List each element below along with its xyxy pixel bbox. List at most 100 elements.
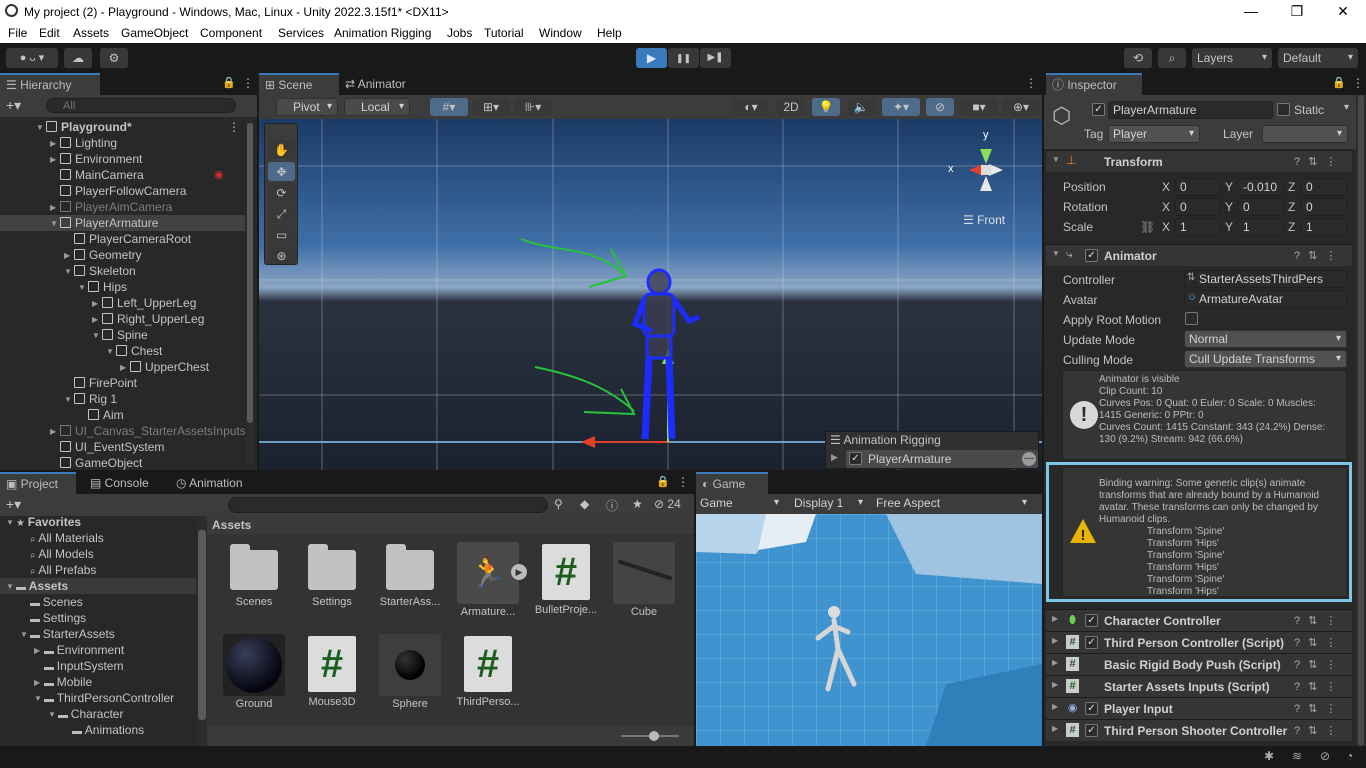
menu-jobs[interactable]: Jobs [447, 26, 472, 40]
menu-help[interactable]: Help [597, 26, 622, 40]
filter-type-icon[interactable]: ⚲ [554, 497, 563, 511]
active-checkbox[interactable]: ✓ [1092, 103, 1105, 116]
expand-arrow-icon[interactable]: ▶ [50, 152, 60, 168]
toggle-2d-button[interactable]: 2D [777, 98, 805, 116]
hierarchy-item[interactable]: ▼ Rig 1 [0, 391, 245, 407]
hierarchy-item[interactable]: UI_EventSystem [0, 439, 245, 455]
kebab-menu-icon[interactable]: ⋮ [1352, 76, 1364, 90]
asset-item[interactable]: # ThirdPerso... [453, 634, 523, 708]
expand-arrow-icon[interactable]: ▶ [1052, 680, 1058, 689]
component-actions[interactable]: ?⇅⋮ [1294, 155, 1344, 168]
folder-tree-item[interactable]: ▶ ▬ Mobile [0, 674, 196, 690]
layer-dropdown[interactable] [1262, 125, 1348, 143]
component-enabled-checkbox[interactable]: ✓ [1085, 614, 1098, 627]
expand-arrow-icon[interactable]: ▼ [6, 516, 16, 531]
view-orientation-label[interactable]: ☰ Front [963, 213, 1005, 227]
asset-item[interactable]: Sphere [375, 634, 445, 710]
kebab-menu-icon[interactable]: ⋮ [1025, 76, 1037, 90]
local-dropdown[interactable]: Local [344, 98, 410, 116]
menu-edit[interactable]: Edit [39, 26, 60, 40]
transform-header[interactable]: ▼ ⊥ Transform ?⇅⋮ [1046, 150, 1352, 172]
constrain-proportions-icon[interactable]: ⛓ [1140, 220, 1155, 234]
lock-icon[interactable]: 🔒 [1332, 76, 1346, 89]
tab-game[interactable]: ◐ Game [696, 472, 768, 494]
menu-component[interactable]: Component [200, 26, 262, 40]
folder-tree-item[interactable]: ▬ InputSystem [0, 658, 196, 674]
close-button[interactable]: ✕ [1320, 0, 1366, 23]
apply-root-motion-checkbox[interactable] [1185, 312, 1198, 325]
gizmos-icon[interactable]: ⊕▾ [1002, 98, 1040, 116]
hierarchy-item[interactable]: ▼ Chest [0, 343, 245, 359]
hierarchy-item[interactable]: Aim [0, 407, 245, 423]
debug-icon[interactable]: ✱ [1264, 749, 1274, 763]
expand-arrow-icon[interactable]: ▶ [64, 248, 74, 264]
component-actions[interactable]: ?⇅⋮ [1294, 636, 1344, 649]
favorite-star-icon[interactable]: ★ [632, 497, 643, 511]
menu-file[interactable]: File [8, 26, 27, 40]
component-actions[interactable]: ?⇅⋮ [1294, 658, 1344, 671]
hierarchy-item[interactable]: FirePoint [0, 375, 245, 391]
layout-dropdown[interactable]: Default ▾ [1278, 48, 1358, 68]
hierarchy-item[interactable]: ▼ Playground* ⋮ [0, 119, 245, 135]
asset-item[interactable]: # Mouse3D [297, 634, 367, 708]
transform-y-field[interactable]: 1 [1238, 218, 1284, 236]
expand-arrow-icon[interactable]: ▼ [48, 707, 58, 723]
component-header[interactable]: ▶ ⬮ ✓ Character Controller ?⇅⋮ [1046, 609, 1352, 631]
hand-tool-icon[interactable]: ✋ [268, 140, 295, 159]
component-header[interactable]: ▶ # ✓ Third Person Controller (Script) ?⇅⋮ [1046, 631, 1352, 653]
grid-snap-icon[interactable]: #▾ [430, 98, 468, 116]
transform-z-field[interactable]: 0 [1301, 178, 1347, 196]
expand-arrow-icon[interactable]: ▶ [92, 296, 102, 312]
game-mode-dropdown[interactable]: Game [696, 495, 784, 513]
folder-tree-item[interactable]: ▬ Scenes [0, 594, 196, 610]
hierarchy-item[interactable]: ▶ Right_UpperLeg [0, 311, 245, 327]
folder-tree-item[interactable]: ▶ ▬ Environment [0, 642, 196, 658]
component-actions[interactable]: ?⇅⋮ [1294, 249, 1344, 262]
folder-tree-item[interactable]: ▼ ▬ ThirdPersonController [0, 690, 196, 706]
layers-dropdown[interactable]: Layers ▾ [1192, 48, 1272, 68]
expand-arrow-icon[interactable]: ▼ [64, 392, 74, 408]
project-tree-scrollbar[interactable] [197, 516, 207, 746]
create-icon[interactable]: +▾ [6, 496, 21, 513]
expand-arrow-icon[interactable]: ▶ [34, 675, 44, 691]
menu-services[interactable]: Services [278, 26, 324, 40]
component-actions[interactable]: ?⇅⋮ [1294, 702, 1344, 715]
transform-z-field[interactable]: 0 [1301, 198, 1347, 216]
tab-scene[interactable]: ⊞ Scene [259, 73, 339, 95]
folder-tree-item[interactable]: ⌕ All Prefabs [0, 562, 196, 578]
menu-animation-rigging[interactable]: Animation Rigging [334, 26, 431, 40]
collapse-arrow-icon[interactable]: ▼ [1052, 155, 1060, 164]
expand-arrow-icon[interactable]: ▼ [50, 216, 60, 232]
hierarchy-item[interactable]: ▼ Hips [0, 279, 245, 295]
menu-assets[interactable]: Assets [73, 26, 109, 40]
folder-tree-item[interactable]: ⌕ All Models [0, 546, 196, 562]
aspect-dropdown[interactable]: Free Aspect [872, 495, 1032, 513]
hierarchy-item[interactable]: ▶ Geometry [0, 247, 245, 263]
folder-tree-item[interactable]: ▬ Settings [0, 610, 196, 626]
transform-y-field[interactable]: -0.010 [1238, 178, 1284, 196]
collapse-arrow-icon[interactable]: ▼ [1052, 249, 1060, 258]
animator-header[interactable]: ▼ ⤷ ✓ Animator ?⇅⋮ [1046, 244, 1352, 266]
kebab-menu-icon[interactable]: ⋮ [677, 475, 689, 489]
collab-settings-icon[interactable]: ⚙ [100, 48, 128, 68]
move-tool-icon[interactable]: ✥ [268, 162, 295, 181]
hierarchy-item[interactable]: ▶ Left_UpperLeg [0, 295, 245, 311]
kebab-menu-icon[interactable]: ⋮ [242, 76, 254, 90]
expand-arrow-icon[interactable]: ▶ [1052, 658, 1058, 667]
expand-arrow-icon[interactable]: ▶ [50, 424, 60, 440]
transform-z-field[interactable]: 1 [1301, 218, 1347, 236]
inspector-scrollbar[interactable] [1356, 95, 1366, 746]
hierarchy-item[interactable]: MainCamera ◉ [0, 167, 245, 183]
expand-arrow-icon[interactable]: ▶ [34, 643, 44, 659]
controller-field[interactable]: StarterAssetsThirdPers [1184, 270, 1347, 288]
grid-visibility-icon[interactable]: ⊞▾ [472, 98, 510, 116]
expand-arrow-icon[interactable]: ▶ [1052, 636, 1058, 645]
step-button[interactable]: ▶❚ [700, 48, 731, 68]
expand-arrow-icon[interactable]: ▶ [1052, 614, 1058, 623]
bug-icon[interactable]: ⊘ [1320, 749, 1330, 763]
culling-mode-dropdown[interactable]: Cull Update Transforms [1184, 350, 1347, 368]
folder-tree-item[interactable]: ▼ ★ Favorites [0, 516, 196, 530]
project-search-input[interactable] [228, 497, 548, 513]
hierarchy-item[interactable]: PlayerCameraRoot [0, 231, 245, 247]
asset-item[interactable]: # BulletProje... [531, 542, 601, 616]
